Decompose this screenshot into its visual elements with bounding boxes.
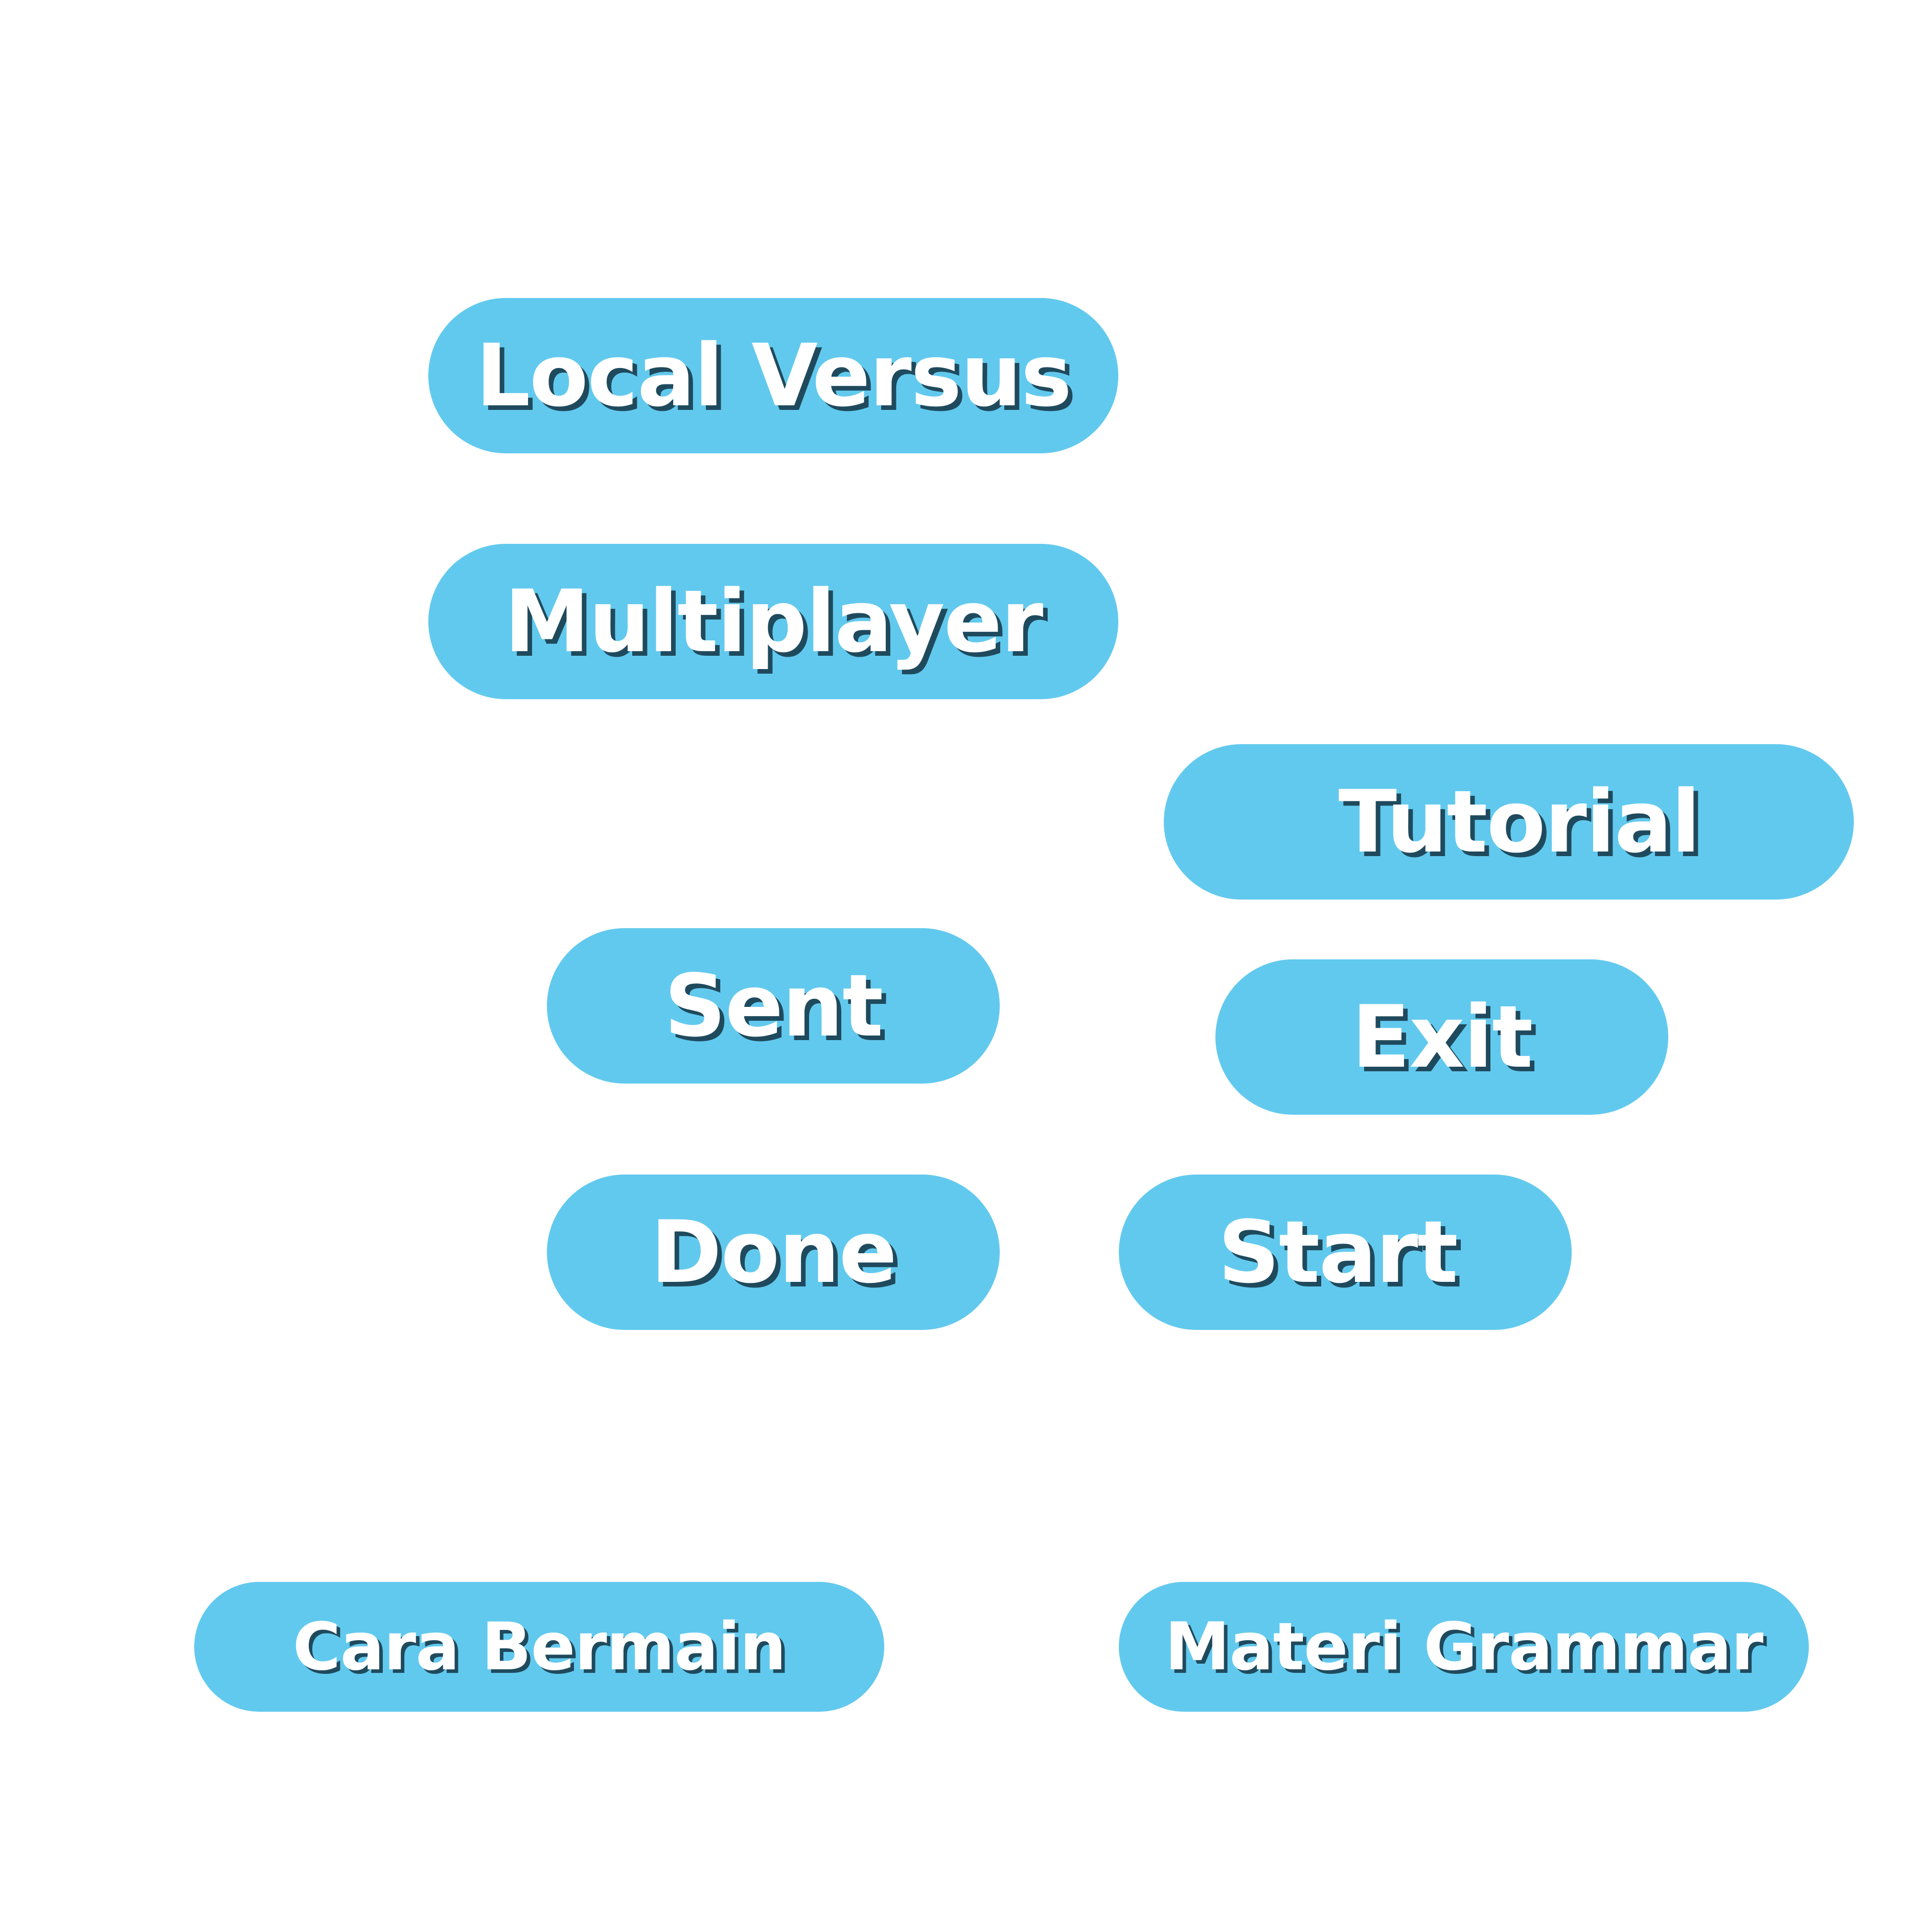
start-button[interactable]: Start: [1119, 1175, 1572, 1330]
multiplayer-button[interactable]: Multiplayer: [428, 544, 1118, 699]
exit-label: Exit: [1351, 987, 1533, 1087]
start-label: Start: [1218, 1202, 1458, 1302]
done-label: Done: [650, 1202, 897, 1302]
exit-button[interactable]: Exit: [1215, 959, 1668, 1115]
local-versus-label: Local Versus: [475, 326, 1072, 426]
button-sprite-sheet: Local Versus Multiplayer Tutorial Sent E…: [0, 0, 1932, 1932]
cara-bermain-button[interactable]: Cara Bermain: [194, 1582, 884, 1712]
cara-bermain-label: Cara Bermain: [292, 1608, 787, 1685]
sent-button[interactable]: Sent: [547, 928, 1000, 1084]
materi-grammar-button[interactable]: Materi Grammar: [1119, 1582, 1809, 1712]
done-button[interactable]: Done: [547, 1175, 1000, 1330]
sent-label: Sent: [664, 956, 884, 1056]
multiplayer-label: Multiplayer: [504, 571, 1044, 672]
tutorial-label: Tutorial: [1338, 772, 1701, 872]
materi-grammar-label: Materi Grammar: [1164, 1608, 1763, 1685]
local-versus-button[interactable]: Local Versus: [428, 298, 1118, 453]
tutorial-button[interactable]: Tutorial: [1164, 744, 1854, 900]
